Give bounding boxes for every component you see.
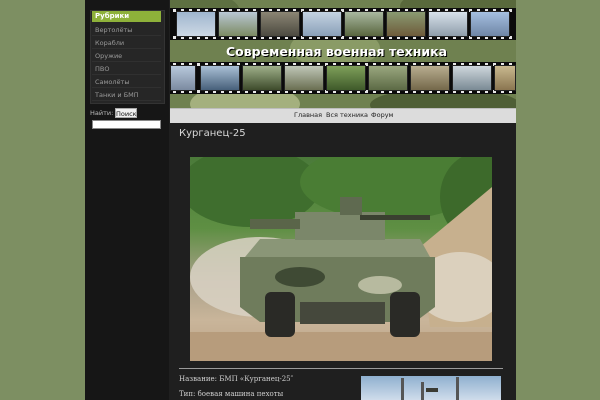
fighter-jet-thumb — [176, 11, 216, 37]
armored-vehicle-photo — [190, 157, 492, 361]
tank-4-thumb — [494, 65, 516, 91]
nav-home[interactable]: Главная — [294, 109, 322, 121]
bmp-vehicle-illustration — [190, 157, 492, 361]
tank-3-thumb — [410, 65, 450, 91]
film-strip-bottom — [170, 62, 516, 94]
tank-2-thumb — [368, 65, 408, 91]
site-title[interactable]: Современная военная техника — [226, 44, 447, 59]
bomber-thumb — [470, 11, 510, 37]
sidebar-item-ships[interactable]: Корабли — [92, 37, 161, 49]
ship-2-thumb — [452, 65, 492, 91]
content-divider — [179, 368, 503, 369]
tank-thumb — [344, 11, 384, 37]
sidebar-item-helicopters[interactable]: Вертолёты — [92, 24, 161, 36]
tank-desert-thumb — [386, 11, 426, 37]
sidebar-item-air-defense[interactable]: ПВО — [92, 63, 161, 75]
nav-all-equipment[interactable]: Вся техника — [326, 109, 368, 121]
missile-system-illustration — [401, 377, 459, 400]
apc-thumb — [284, 65, 324, 91]
search-button[interactable]: Поиск — [115, 108, 137, 118]
apc-field-thumb — [326, 65, 366, 91]
nav-forum[interactable]: Форум — [371, 109, 393, 121]
secondary-vehicle-photo — [361, 376, 501, 400]
helicopter-thumb — [218, 11, 258, 37]
spec-name-line: Название: БМП «Курганец-25″ — [179, 375, 294, 383]
helicopter-2-thumb — [428, 11, 468, 37]
sidebar-item-weapons[interactable]: Оружие — [92, 50, 161, 62]
spec-type-line: Тип: боевая машина пехоты — [179, 390, 284, 398]
missile-launcher-thumb — [242, 65, 282, 91]
post-title[interactable]: Курганец-25 — [179, 128, 246, 139]
armored-truck-thumb — [260, 11, 300, 37]
rubrics-heading: Рубрики — [92, 11, 161, 22]
search-input[interactable] — [92, 120, 161, 129]
sidebar-item-aircraft[interactable]: Самолёты — [92, 76, 161, 88]
aircraft-thumb — [170, 65, 196, 91]
film-strip-top — [170, 8, 516, 40]
jet-thumb — [302, 11, 342, 37]
warship-thumb — [200, 65, 240, 91]
search-label: Найти: — [90, 109, 114, 117]
sidebar-item-tanks[interactable]: Танки и БМП — [92, 89, 161, 101]
